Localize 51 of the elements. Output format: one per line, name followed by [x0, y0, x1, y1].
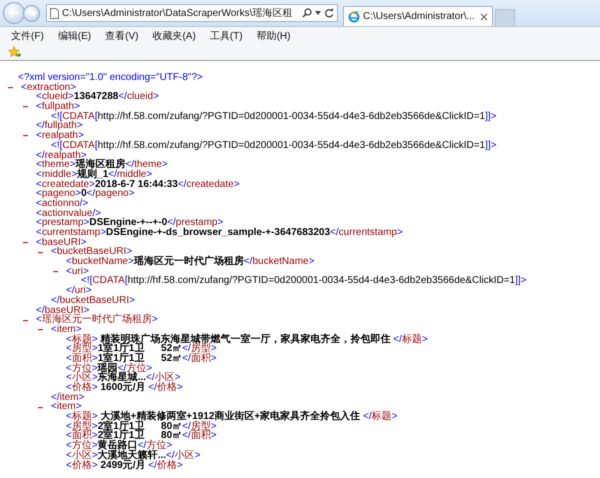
- xml-line: </fullpath>: [36, 121, 83, 132]
- xml-line: <fullpath>: [36, 102, 80, 112]
- menu-item[interactable]: 编辑(E): [58, 28, 92, 42]
- xml-line: <价格> 1600元/月 </价格>: [66, 383, 183, 393]
- address-field[interactable]: C:\Users\Administrator\DataScraperWorks\瑶海区租: [46, 4, 338, 22]
- menu-item[interactable]: 帮助(H): [256, 28, 290, 42]
- xml-line: </item>: [51, 392, 84, 402]
- xml-line: <clueid>13647288</clueid>: [36, 92, 159, 102]
- menu-item[interactable]: 收藏夹(A): [152, 28, 196, 42]
- xml-line: <bucketName>瑶海区元一时代广场租房</bucketName>: [66, 257, 314, 267]
- xml-line: <bucketBaseURI>: [51, 247, 132, 258]
- forward-arrow-icon: [26, 9, 36, 17]
- search-icon[interactable]: [302, 8, 312, 18]
- xml-line: <![CDATA[http://hf.58.com/zufang/?PGTID=0d200001-0034-55d4-d4e3-6db2eb3566de&ClickID=1]]>: [51, 112, 497, 122]
- xml-line: <currentstamp>DSEngine-+-ds_browser_sample-+-3647683203</currentstamp>: [36, 228, 403, 238]
- xml-line: <房型>2室1厅1卫 80㎡</房型>: [66, 422, 217, 432]
- close-icon[interactable]: [480, 12, 488, 20]
- xml-line: <middle>规则_1</middle>: [36, 170, 152, 180]
- xml-line: <createdate>2018-6-7 16:44:33</createdate>: [36, 180, 240, 190]
- xml-line: <actionvalue/>: [36, 208, 102, 218]
- xml-line: <标题> 精装明珠广场东海星城带燃气一室一厅，家具家电齐全，拎包即住 </标题>: [66, 334, 428, 344]
- xml-line: <pageno>0</pageno>: [36, 189, 134, 199]
- menu-item[interactable]: 工具(T): [210, 28, 243, 42]
- xml-line: <prestamp>DSEngine-+--+-0</prestamp>: [36, 218, 224, 228]
- menu-item[interactable]: 查看(V): [105, 28, 138, 42]
- xml-line: <瑶海区元一时代广场租房>: [36, 315, 158, 325]
- xml-line: <小区>大溪地天籁轩...</小区>: [66, 450, 200, 461]
- xml-line: <![CDATA[http://hf.58.com/zufang/?PGTID=0d200001-0034-55d4-d4e3-6db2eb3566de&ClickID=1]]>: [81, 276, 527, 286]
- refresh-icon[interactable]: [324, 8, 334, 18]
- menu-item[interactable]: 文件(F): [11, 28, 44, 42]
- xml-line: <theme>瑶海区租房</theme>: [36, 160, 168, 170]
- xml-line: <realpath>: [36, 131, 84, 141]
- page-icon: [50, 8, 59, 18]
- xml-line: <方位>黄岳路口</方位>: [66, 441, 172, 451]
- xml-line: <面积>1室1厅1卫 52㎡</面积>: [66, 354, 217, 364]
- xml-line: </uri>: [66, 286, 92, 296]
- xml-line: </bucketBaseURI>: [51, 296, 135, 306]
- xml-line: <baseURI>: [36, 238, 87, 248]
- xml-line: <extraction>: [21, 82, 76, 92]
- back-arrow-icon: [8, 8, 20, 18]
- browser-tab[interactable]: C:\Users\Administrator\...: [343, 6, 493, 26]
- xml-line: <价格> 2499元/月 </价格>: [66, 460, 183, 470]
- xml-line: <uri>: [66, 266, 89, 276]
- caret-icon[interactable]: [315, 11, 321, 15]
- browser-logo-icon: [348, 10, 360, 22]
- xml-line: <actionno/>: [36, 198, 88, 209]
- xml-line: <![CDATA[http://hf.58.com/zufang/?PGTID=0d200001-0034-55d4-d4e3-6db2eb3566de&ClickID=1]]>: [51, 140, 497, 151]
- xml-line: <item>: [51, 324, 82, 335]
- star-icon[interactable]: [8, 46, 21, 58]
- xml-declaration: <?xml version="1.0" encoding="UTF-8"?>: [18, 73, 203, 83]
- xml-line: <标题> 大溪地+精装修两室+1912商业街区+家电家具齐全拎包入住 </标题>: [66, 412, 398, 422]
